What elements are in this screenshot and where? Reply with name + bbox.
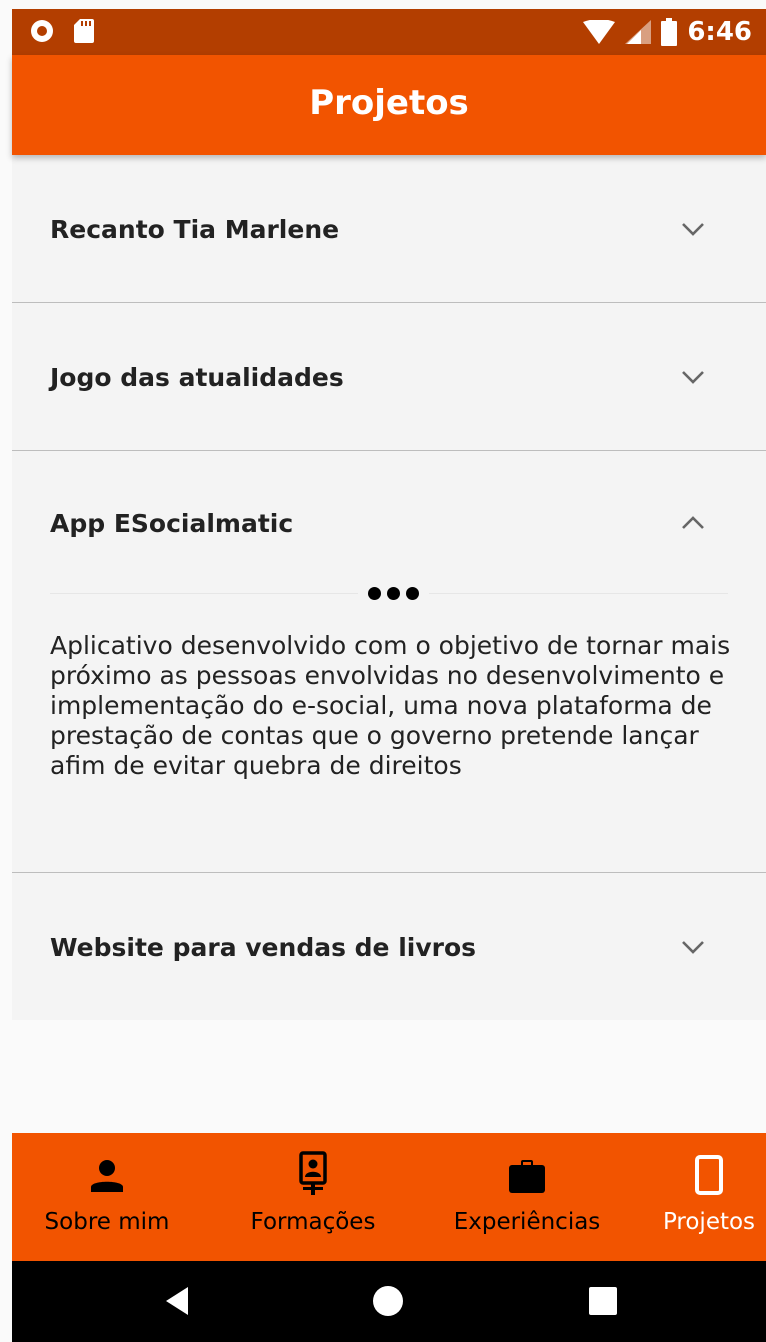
page-title: Projetos	[309, 83, 469, 123]
app-bar: Projetos	[12, 55, 766, 155]
chevron-down-icon[interactable]	[680, 939, 706, 955]
home-icon[interactable]	[372, 1285, 404, 1317]
bottom-nav: Sobre mim Formações Experiências Projeto…	[12, 1133, 766, 1261]
project-description: Aplicativo desenvolvido com o objetivo d…	[50, 631, 731, 780]
nav-item-formacoes[interactable]: Formações	[208, 1133, 418, 1261]
chevron-up-icon[interactable]	[680, 515, 706, 531]
back-icon[interactable]	[162, 1285, 192, 1317]
project-title: Jogo das atualidades	[50, 363, 344, 392]
nav-item-sobre-mim[interactable]: Sobre mim	[12, 1133, 202, 1261]
recents-icon[interactable]	[588, 1286, 618, 1316]
sd-card-icon	[74, 19, 94, 43]
project-item-recanto[interactable]: Recanto Tia Marlene	[12, 155, 766, 302]
nav-item-experiencias[interactable]: Experiências	[432, 1133, 622, 1261]
nav-label: Formações	[250, 1209, 376, 1235]
chevron-down-icon[interactable]	[680, 221, 706, 237]
project-title: Recanto Tia Marlene	[50, 215, 340, 244]
person-icon	[91, 1160, 123, 1192]
status-bar: 6:46	[12, 9, 766, 55]
battery-icon	[661, 18, 678, 46]
project-item-jogo[interactable]: Jogo das atualidades	[12, 303, 766, 450]
system-nav-bar	[12, 1261, 766, 1342]
project-title: App ESocialmatic	[50, 509, 294, 538]
phone-icon	[695, 1155, 723, 1195]
status-time: 6:46	[687, 17, 752, 47]
chevron-down-icon[interactable]	[680, 369, 706, 385]
briefcase-icon	[509, 1160, 545, 1193]
project-list: Recanto Tia Marlene Jogo das atualidades…	[12, 155, 766, 1020]
signal-icon	[625, 20, 652, 44]
nav-label: Sobre mim	[44, 1209, 170, 1235]
project-title: Website para vendas de livros	[50, 933, 477, 962]
nav-item-projetos[interactable]: Projetos	[652, 1133, 766, 1261]
record-icon	[31, 20, 53, 42]
more-dots-icon	[358, 587, 429, 600]
contact-card-icon	[299, 1151, 327, 1195]
nav-label: Experiências	[453, 1209, 601, 1235]
nav-label: Projetos	[662, 1209, 756, 1235]
project-item-website[interactable]: Website para vendas de livros	[12, 873, 766, 1020]
wifi-icon	[583, 20, 616, 44]
